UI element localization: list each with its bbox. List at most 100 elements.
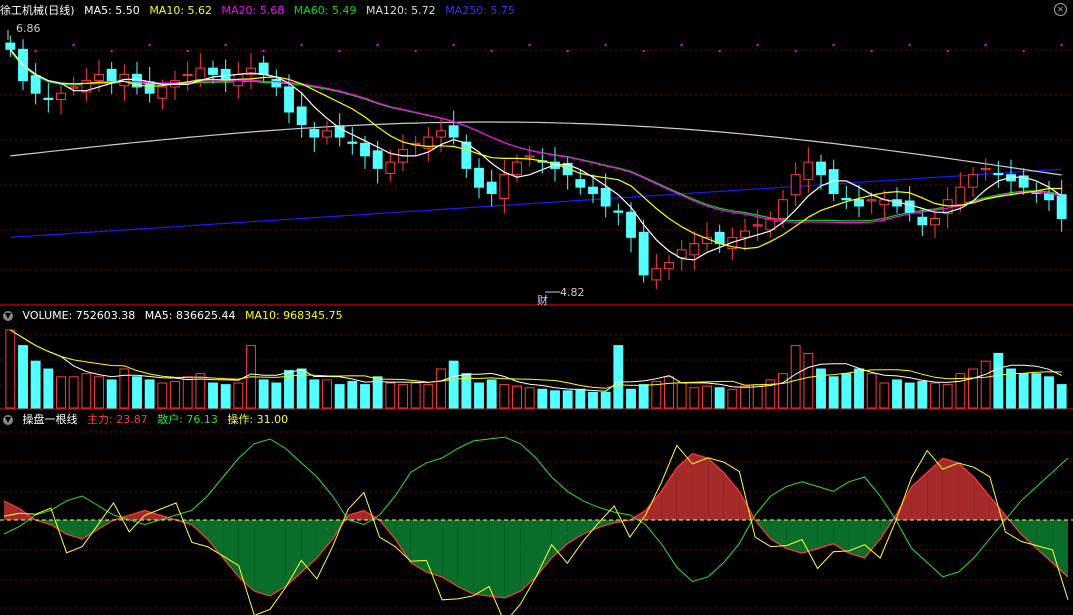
volume-bar [220,384,231,409]
signal-dot [604,44,607,46]
volume-bar [68,376,79,409]
volume-bar [5,329,16,409]
signal-dot [186,50,189,52]
signal-dot [756,44,759,46]
candle-body [626,211,636,238]
signal-dot [870,50,873,52]
signal-dot [832,44,835,46]
chevron-down-icon[interactable]: ▼ [3,415,13,425]
main-force-area [426,520,443,577]
candle-body [854,199,864,207]
candle-body [664,261,674,270]
signal-dot [718,50,721,52]
volume-bar [309,379,320,409]
high-price-label: 6.86 [16,22,41,35]
main-force-area [395,520,411,563]
volume-bar [980,360,991,409]
volume-value: VOLUME: 752603.38 [22,309,136,322]
signal-dot [110,50,113,52]
signal-dot [680,44,683,46]
volume-bar [1031,373,1042,409]
volume-bar [664,376,674,409]
volume-bar [689,387,700,409]
candle-body [347,141,358,144]
candle-body [499,174,510,199]
volume-bar [499,384,510,409]
chevron-down-icon[interactable]: ▼ [3,311,13,321]
main-force-area [442,520,458,587]
volume-bar [879,382,890,409]
candle-body [752,224,763,227]
signal-dot [262,50,265,52]
volume-bar [575,388,586,409]
main-force-area [708,458,724,520]
volume-bar [271,382,282,409]
volume-bar [968,368,978,409]
candle-body [448,125,459,138]
volume-bar [486,379,497,409]
candle-body [258,62,269,75]
volume-bar [436,368,446,409]
volume-bar [322,379,332,409]
candle-body [740,230,750,238]
main-force-area [802,520,818,554]
main-force-area [489,520,505,598]
candle-body [917,216,928,226]
main-force-area [348,510,364,520]
volume-bar [474,382,484,409]
indicator-name: 操盘一根线 [22,413,78,426]
volume-bar [600,391,611,409]
signal-dot [414,50,417,52]
candle-body [284,86,294,113]
volume-bar [18,345,28,409]
main-force-area [254,520,270,596]
signal-dot [528,44,531,46]
signal-dot [376,44,379,46]
main-force-area [974,477,990,520]
candle-body [309,129,320,138]
candle-body [322,130,332,138]
volume-bar [512,385,522,409]
volume-bar [56,376,66,409]
volume-ma5: MA5: 836625.44 [144,309,236,322]
volume-bar [752,384,763,409]
main-force-area [942,458,959,520]
ma5-legend: MA5: 5.50 [84,4,140,17]
candle-body [486,181,497,194]
volume-bar [106,379,117,409]
volume-bar [1018,373,1029,409]
close-icon[interactable]: ✕ [1054,3,1067,16]
volume-bar [588,391,598,409]
volume-bar [892,379,902,409]
candle-body [296,106,307,126]
ma120-line [10,121,1062,176]
earnings-marker[interactable]: 财 [537,292,548,308]
candle-body [613,210,624,213]
main-force-area [473,520,490,596]
main-force-value: 主力: 23.87 [87,413,148,426]
candle-body [182,73,193,77]
signal-dot [490,50,493,52]
ma60-line [9,50,1062,222]
volume-bar [550,390,560,409]
candle-body [271,78,282,88]
volume-bar [727,388,738,409]
volume-bar [790,345,801,409]
candle-body [790,174,801,196]
volume-bar [651,380,662,409]
volume-bar [537,388,548,409]
candle-body [30,75,41,94]
volume-bar [258,379,269,409]
candle-body [816,161,826,176]
signal-dot [794,50,797,52]
main-force-area [567,520,583,544]
main-force-area [927,458,943,520]
candle-body [106,68,117,82]
volume-bar [81,373,92,409]
candle-body [68,86,79,89]
volume-bar [385,382,396,409]
candle-body [436,130,446,138]
candle-body [930,218,940,226]
main-force-area [1021,520,1037,549]
main-force-area [958,463,975,520]
